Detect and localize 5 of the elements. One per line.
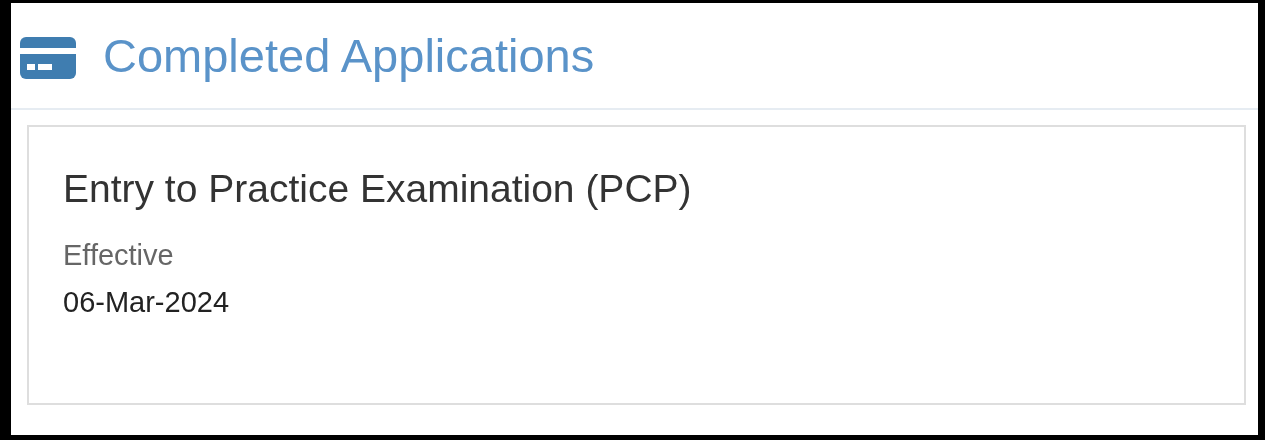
credit-card-icon <box>20 36 76 79</box>
application-name: Entry to Practice Examination (PCP) <box>63 167 693 211</box>
panel-title: Completed Applications <box>103 28 595 83</box>
field-label: Effective <box>63 239 175 272</box>
field-value: 06-Mar-2024 <box>63 286 231 319</box>
